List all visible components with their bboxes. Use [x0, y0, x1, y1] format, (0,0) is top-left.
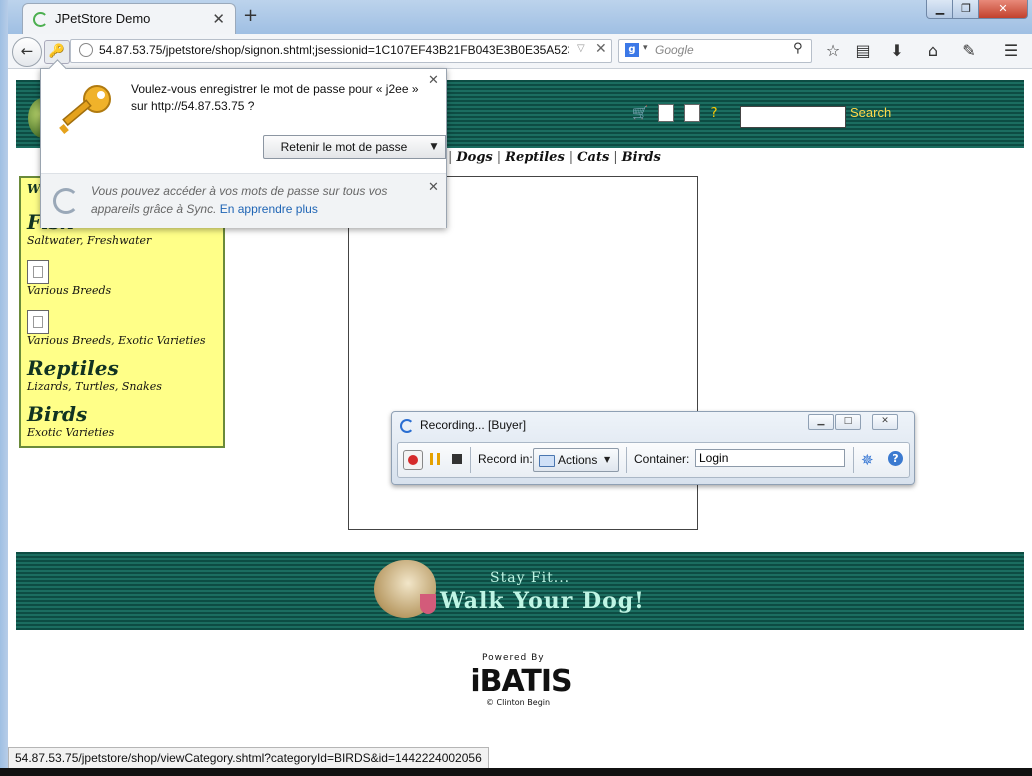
- bookmark-star-icon[interactable]: ☆: [822, 40, 844, 62]
- nav-separator: |: [613, 150, 618, 165]
- window-frame: [0, 0, 8, 776]
- browser-tab[interactable]: JPetStore Demo ✕: [22, 3, 236, 35]
- recorder-logo-icon: [400, 419, 414, 433]
- store-search-button[interactable]: Search: [850, 105, 891, 120]
- pause-button[interactable]: [430, 453, 440, 465]
- reading-list-icon[interactable]: ▤: [852, 40, 874, 62]
- credit-text: © Clinton Begin: [486, 698, 551, 707]
- search-icon[interactable]: ⚲: [793, 41, 803, 56]
- history-dropdown-icon[interactable]: ▽: [577, 43, 585, 54]
- search-placeholder[interactable]: Google: [655, 43, 694, 57]
- signin-page-icon[interactable]: [684, 104, 701, 122]
- close-window-button[interactable]: ✕: [978, 0, 1028, 19]
- nav-birds[interactable]: Birds: [622, 150, 661, 165]
- back-button[interactable]: ←: [12, 37, 42, 67]
- addon-icon[interactable]: ✎: [958, 40, 980, 62]
- banner-line1: Stay Fit...: [490, 570, 571, 586]
- category-nav: | Dogs | Reptiles | Cats | Birds: [444, 150, 661, 165]
- nav-dogs[interactable]: Dogs: [456, 150, 492, 165]
- cart-icon[interactable]: 🛒: [632, 106, 648, 121]
- engine-dropdown-icon[interactable]: ▾: [643, 43, 648, 53]
- record-button[interactable]: [403, 450, 423, 470]
- menu-icon[interactable]: ☰: [1000, 40, 1022, 62]
- dogs-broken-image-icon[interactable]: [27, 260, 49, 284]
- tab-title: JPetStore Demo: [55, 11, 151, 26]
- new-tab-icon[interactable]: +: [243, 5, 258, 26]
- password-message: Voulez-vous enregistrer le mot de passe …: [131, 82, 419, 113]
- toolbar-separator: [853, 447, 854, 473]
- actions-dropdown[interactable]: Actions ▼: [533, 448, 619, 472]
- stop-button[interactable]: [452, 454, 462, 464]
- sidebar-reptiles-sub: Lizards, Turtles, Snakes: [27, 380, 162, 393]
- help-icon[interactable]: ?: [888, 451, 903, 466]
- minimize-button[interactable]: ▁: [926, 0, 954, 19]
- sidebar-cats-sub: Various Breeds, Exotic Varieties: [27, 334, 206, 347]
- password-save-panel: Voulez-vous enregistrer le mot de passe …: [40, 59, 447, 228]
- toolbar-separator: [626, 447, 627, 473]
- toolbar-separator: [470, 447, 471, 473]
- container-label: Container:: [634, 452, 690, 466]
- maximize-button[interactable]: ❐: [952, 0, 980, 19]
- google-icon[interactable]: g: [625, 43, 639, 57]
- dog-tongue: [420, 594, 436, 614]
- search-bar[interactable]: g ▾ Google ⚲: [618, 39, 812, 63]
- nav-cats[interactable]: Cats: [577, 150, 609, 165]
- recorder-minimize-button[interactable]: ▁: [808, 414, 834, 430]
- recorder-maximize-button[interactable]: □: [835, 414, 861, 430]
- save-password-button[interactable]: Retenir le mot de passe: [263, 135, 425, 159]
- taskbar-edge: [0, 768, 1032, 776]
- url-text[interactable]: 54.87.53.75/jpetstore/shop/signon.shtml;…: [99, 43, 569, 57]
- recorder-title: Recording... [Buyer]: [420, 418, 527, 432]
- save-options-dropdown[interactable]: ▼: [423, 135, 446, 159]
- actions-label: Actions: [558, 453, 598, 467]
- nav-separator: |: [568, 150, 574, 165]
- recorder-controls: Record in: Actions ▼ Container: ✵ ?: [397, 442, 910, 478]
- ibatis-logo[interactable]: iBATIS: [466, 662, 576, 702]
- recorder-close-button[interactable]: ✕: [872, 414, 898, 430]
- dropdown-arrow-icon: ▼: [604, 455, 611, 464]
- key-icon: [59, 85, 111, 134]
- container-field[interactable]: [695, 449, 845, 467]
- globe-icon: [79, 43, 93, 57]
- sync-text: Vous pouvez accéder à vos mots de passe …: [91, 182, 391, 218]
- store-search-input[interactable]: [740, 106, 846, 128]
- header-icons: 🛒 ?: [632, 104, 724, 124]
- folder-icon: [539, 455, 555, 467]
- home-icon[interactable]: ⌂: [922, 40, 944, 62]
- sidebar-dogs-sub: Various Breeds: [27, 284, 112, 297]
- sync-notice: Vous pouvez accéder à vos mots de passe …: [41, 173, 446, 228]
- nav-separator: |: [448, 150, 453, 165]
- url-bar[interactable]: 54.87.53.75/jpetstore/shop/signon.shtml;…: [70, 39, 612, 63]
- loading-icon: [33, 12, 48, 27]
- record-in-label: Record in:: [478, 452, 533, 466]
- close-sync-icon[interactable]: ✕: [428, 180, 439, 195]
- account-page-icon[interactable]: [658, 104, 675, 122]
- close-panel-icon[interactable]: ✕: [428, 73, 439, 88]
- nav-reptiles[interactable]: Reptiles: [505, 150, 565, 165]
- sidebar-fish-sub: Saltwater, Freshwater: [27, 234, 152, 247]
- help-question-icon[interactable]: ?: [711, 106, 718, 121]
- close-tab-icon[interactable]: ✕: [212, 10, 225, 28]
- download-icon[interactable]: ⬇: [886, 40, 908, 62]
- banner-line2: Walk Your Dog!: [440, 588, 645, 614]
- sync-icon: [53, 188, 79, 214]
- object-picker-icon[interactable]: ✵: [861, 451, 874, 469]
- learn-more-link[interactable]: En apprendre plus: [220, 202, 318, 216]
- stop-icon[interactable]: ✕: [595, 41, 607, 57]
- recording-toolbar: Recording... [Buyer] ▁ □ ✕ Record in: Ac…: [391, 411, 915, 485]
- sidebar-reptiles-title[interactable]: Reptiles: [27, 356, 119, 380]
- sidebar-birds-sub: Exotic Varieties: [27, 426, 115, 439]
- nav-separator: |: [496, 150, 502, 165]
- cats-broken-image-icon[interactable]: [27, 310, 49, 334]
- sidebar-birds-title[interactable]: Birds: [27, 402, 87, 426]
- status-bar: 54.87.53.75/jpetstore/shop/viewCategory.…: [8, 747, 489, 769]
